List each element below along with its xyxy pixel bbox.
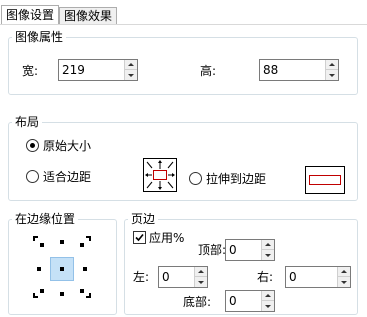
arrow-down-icon [329, 73, 335, 77]
arrow-down-icon [265, 253, 271, 257]
margin-left-spin-arrows [194, 267, 207, 287]
margin-bottom-spinbox[interactable]: 0 [225, 290, 275, 312]
apply-percent-label[interactable]: 应用% [149, 231, 184, 245]
arrow-down-icon [265, 304, 271, 308]
edge-position-title: 在边缘位置 [12, 212, 79, 226]
fit-margin-radio[interactable] [26, 170, 39, 183]
position-center[interactable] [60, 267, 64, 271]
original-size-radio[interactable] [26, 139, 39, 152]
position-top-center[interactable] [60, 240, 64, 244]
height-spin-arrows [325, 60, 338, 80]
corner-bracket-bottom-left [33, 296, 38, 298]
position-middle-right[interactable] [83, 267, 87, 271]
margin-left-spinbox[interactable]: 0 [158, 266, 208, 288]
height-value: 88 [263, 63, 279, 77]
corner-bracket-bottom-right [86, 296, 91, 298]
width-decrement-button[interactable] [125, 70, 137, 80]
stretch-radio[interactable] [189, 172, 202, 185]
image-properties-title: 图像属性 [12, 30, 67, 44]
margins-title: 页边 [128, 212, 159, 226]
margin-right-label: 右: [257, 270, 274, 284]
margin-top-increment-button[interactable] [262, 240, 274, 250]
original-size-label[interactable]: 原始大小 [43, 139, 91, 153]
margin-top-value: 0 [229, 243, 237, 257]
margin-bottom-increment-button[interactable] [262, 291, 274, 301]
height-increment-button[interactable] [326, 60, 338, 70]
width-spin-arrows [124, 60, 137, 80]
arrow-down-icon [128, 73, 134, 77]
position-middle-left[interactable] [37, 267, 41, 271]
width-value: 219 [62, 63, 85, 77]
stretch-illustration-icon [305, 166, 345, 194]
margin-top-spin-arrows [261, 240, 274, 260]
checkmark-icon [135, 233, 144, 242]
margin-right-spinbox[interactable]: 0 [285, 266, 351, 288]
corner-bracket-top-left [33, 236, 38, 238]
margin-left-value: 0 [162, 270, 170, 284]
arrow-up-icon [265, 243, 271, 246]
arrow-up-icon [341, 270, 347, 273]
arrow-up-icon [329, 63, 335, 66]
height-spinbox[interactable]: 88 [259, 59, 339, 81]
margin-left-increment-button[interactable] [195, 267, 207, 277]
margin-top-label: 顶部: [198, 243, 227, 257]
position-bottom-left[interactable] [40, 289, 44, 293]
height-decrement-button[interactable] [326, 70, 338, 80]
position-bottom-center[interactable] [60, 292, 64, 296]
margin-left-decrement-button[interactable] [195, 277, 207, 287]
margin-bottom-decrement-button[interactable] [262, 301, 274, 311]
fit-margin-label[interactable]: 适合边距 [43, 170, 91, 184]
margin-right-spin-arrows [337, 267, 350, 287]
margin-bottom-value: 0 [229, 294, 237, 308]
margin-bottom-label: 底部: [183, 295, 212, 309]
stretch-label[interactable]: 拉伸到边距 [206, 172, 266, 186]
margin-right-increment-button[interactable] [338, 267, 350, 277]
apply-percent-checkbox[interactable] [133, 231, 146, 244]
width-spinbox[interactable]: 219 [58, 59, 138, 81]
arrow-up-icon [198, 270, 204, 273]
margin-top-spinbox[interactable]: 0 [225, 239, 275, 261]
arrow-down-icon [341, 280, 347, 284]
tab-divider [0, 24, 367, 25]
width-label: 宽: [22, 64, 39, 78]
tab-image-settings[interactable]: 图像设置 [1, 5, 60, 25]
margin-left-label: 左: [133, 270, 150, 284]
position-top-left[interactable] [40, 243, 44, 247]
tab-image-effects[interactable]: 图像效果 [59, 7, 118, 25]
margin-top-decrement-button[interactable] [262, 250, 274, 260]
position-bottom-right[interactable] [80, 289, 84, 293]
corner-bracket-top-right [86, 236, 91, 238]
fit-margin-illustration-icon [143, 158, 177, 192]
width-increment-button[interactable] [125, 60, 137, 70]
position-top-right[interactable] [80, 243, 84, 247]
arrow-up-icon [265, 294, 271, 297]
margin-right-value: 0 [289, 270, 297, 284]
arrow-up-icon [128, 63, 134, 66]
layout-title: 布局 [12, 115, 43, 129]
arrow-down-icon [198, 280, 204, 284]
height-label: 高: [200, 64, 217, 78]
margin-right-decrement-button[interactable] [338, 277, 350, 287]
margin-bottom-spin-arrows [261, 291, 274, 311]
